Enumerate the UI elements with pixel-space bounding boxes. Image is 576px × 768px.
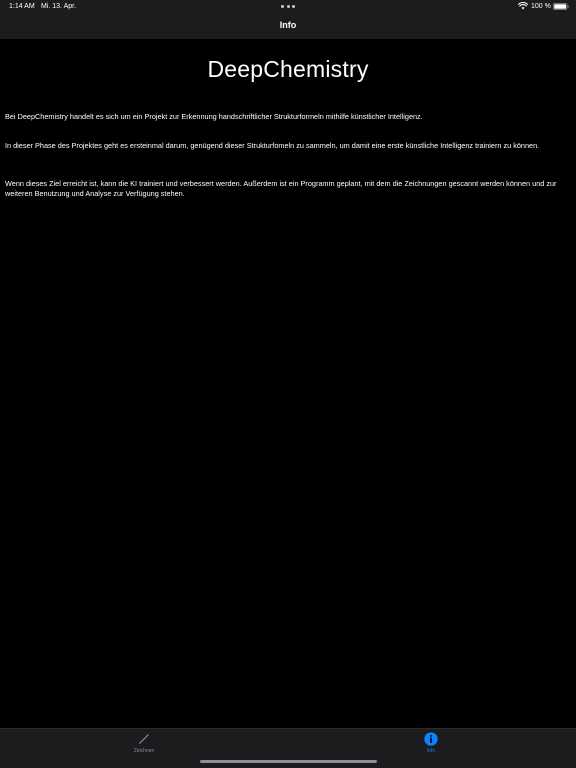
tab-info-label: Info: [426, 748, 436, 754]
battery-icon: [553, 3, 569, 10]
nav-title: Info: [279, 20, 297, 30]
paragraph-goal: Wenn dieses Ziel erreicht ist, kann die …: [5, 179, 557, 198]
info-icon: [424, 732, 438, 746]
battery-percent: 100 %: [531, 3, 551, 10]
home-indicator[interactable]: [200, 760, 377, 763]
paragraph-phase: In dieser Phase des Projektes geht es er…: [5, 141, 540, 150]
status-bar: 1:14 AM Mi. 13. Apr. 100 %: [0, 0, 576, 14]
tab-zeichnen[interactable]: Zeichnen: [84, 729, 204, 761]
tab-info[interactable]: Info: [371, 729, 491, 761]
status-time: 1:14 AM: [9, 3, 35, 10]
screen: 1:14 AM Mi. 13. Apr. 100 % Info DeepChem…: [0, 0, 576, 768]
tab-zeichnen-label: Zeichnen: [133, 748, 155, 754]
info-content: DeepChemistry Bei DeepChemistry handelt …: [0, 39, 576, 728]
paragraph-intro: Bei DeepChemistry handelt es sich um ein…: [5, 112, 423, 121]
top-bar: 1:14 AM Mi. 13. Apr. 100 % Info: [0, 0, 576, 39]
wifi-icon: [518, 2, 528, 10]
status-date: Mi. 13. Apr.: [41, 3, 77, 10]
pencil-icon: [139, 734, 149, 744]
multitasking-dots-icon[interactable]: [281, 5, 295, 8]
app-title: DeepChemistry: [207, 56, 369, 82]
